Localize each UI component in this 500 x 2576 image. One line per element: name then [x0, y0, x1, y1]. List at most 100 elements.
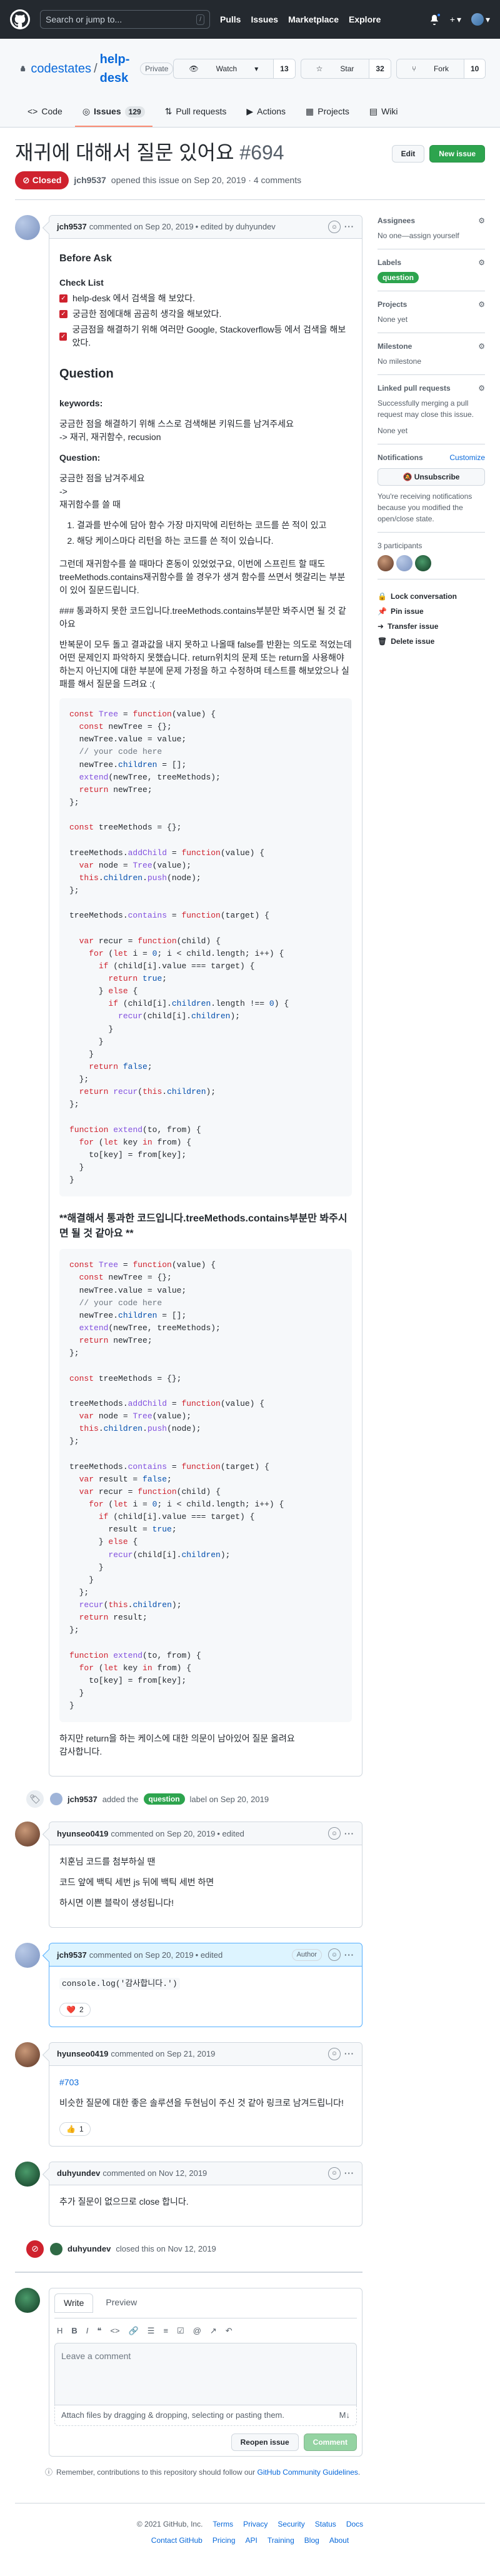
smiley-icon[interactable]: ☺ [328, 2167, 341, 2180]
create-new-menu[interactable]: + ▾ [450, 13, 461, 26]
comment-date[interactable]: commented on Sep 20, 2019 [89, 1949, 194, 1962]
nav-pulls[interactable]: Pulls [220, 13, 241, 26]
tab-pull-requests[interactable]: ⇅ Pull requests [158, 100, 234, 127]
global-search-input[interactable]: Search or jump to... / [40, 10, 210, 29]
edited-marker[interactable]: • edited [196, 1949, 223, 1962]
issue-link[interactable]: #703 [59, 2077, 79, 2087]
kebab-menu-icon[interactable]: ··· [344, 221, 354, 233]
repo-name-link[interactable]: help-desk [100, 50, 134, 88]
watch-button[interactable]: 👁 Watch ▾ 13 [173, 59, 296, 79]
gear-icon[interactable]: ⚙ [478, 299, 485, 310]
link-icon[interactable]: 🔗 [129, 2325, 139, 2337]
comment-date[interactable]: commented on Nov 12, 2019 [102, 2167, 207, 2180]
task-list-icon[interactable]: ☑ [177, 2325, 184, 2337]
ordered-list-icon[interactable]: ≡ [163, 2325, 168, 2337]
comment-textarea[interactable]: Leave a comment [54, 2343, 357, 2406]
avatar[interactable] [15, 215, 40, 240]
linked-prs-heading[interactable]: Linked pull requests [378, 383, 451, 394]
footer-link[interactable]: Blog [304, 2535, 319, 2546]
unordered-list-icon[interactable]: ☰ [148, 2325, 155, 2337]
fork-button[interactable]: ⑂ Fork 10 [396, 59, 486, 79]
smiley-icon[interactable]: ☺ [328, 2047, 341, 2060]
reopen-issue-button[interactable]: Reopen issue [231, 2433, 299, 2451]
gear-icon[interactable]: ⚙ [478, 257, 485, 268]
nav-marketplace[interactable]: Marketplace [288, 13, 339, 26]
footer-link[interactable]: Privacy [243, 2518, 268, 2530]
new-issue-button[interactable]: New issue [429, 145, 485, 163]
event-actor[interactable]: duhyundev [68, 2243, 111, 2255]
attach-files-area[interactable]: Attach files by dragging & dropping, sel… [54, 2405, 357, 2426]
comment-author[interactable]: hyunseo0419 [57, 2048, 108, 2060]
nav-issues[interactable]: Issues [251, 13, 278, 26]
lock-conversation-link[interactable]: 🔒 Lock conversation [378, 591, 485, 602]
reaction-heart[interactable]: ❤️ 2 [59, 2002, 91, 2017]
notifications-bell-icon[interactable] [429, 13, 441, 25]
heading-icon[interactable]: H [57, 2325, 62, 2337]
comment-author[interactable]: duhyundev [57, 2167, 100, 2180]
avatar[interactable] [15, 2042, 40, 2067]
avatar[interactable] [15, 2287, 40, 2313]
delete-issue-link[interactable]: 🗑 Delete issue [378, 636, 485, 647]
avatar[interactable] [50, 2242, 62, 2255]
edited-marker[interactable]: • edited [217, 1828, 244, 1840]
tab-issues[interactable]: ◎ Issues 129 [74, 100, 152, 127]
footer-link[interactable]: API [246, 2535, 258, 2546]
markdown-icon[interactable]: M↓ [339, 2409, 350, 2422]
footer-link[interactable]: Training [268, 2535, 294, 2546]
tab-code[interactable]: <> Code [20, 100, 70, 127]
assignees-value[interactable]: No one—assign yourself [378, 230, 485, 241]
avatar[interactable] [15, 1822, 40, 1847]
edit-title-button[interactable]: Edit [391, 145, 425, 163]
mention-icon[interactable]: @ [193, 2325, 201, 2337]
tab-preview[interactable]: Preview [97, 2293, 146, 2313]
unsubscribe-button[interactable]: 🔕 Unsubscribe [378, 468, 485, 486]
checkbox-checked-icon[interactable]: ✓ [59, 294, 68, 303]
footer-link[interactable]: Status [315, 2518, 336, 2530]
bold-icon[interactable]: B [71, 2325, 77, 2337]
github-logo-icon[interactable] [10, 9, 30, 29]
comment-date[interactable]: commented on Sep 20, 2019 [111, 1828, 215, 1840]
labels-heading[interactable]: Labels [378, 257, 401, 268]
smiley-icon[interactable]: ☺ [328, 1827, 341, 1840]
kebab-menu-icon[interactable]: ··· [344, 2048, 354, 2060]
pin-issue-link[interactable]: 📌 Pin issue [378, 606, 485, 617]
watch-count[interactable]: 13 [273, 59, 295, 78]
checkbox-checked-icon[interactable]: ✓ [59, 332, 68, 341]
edited-by[interactable]: • edited by duhyundev [196, 221, 276, 233]
fork-count[interactable]: 10 [463, 59, 486, 78]
customize-link[interactable]: Customize [449, 452, 485, 463]
kebab-menu-icon[interactable]: ··· [344, 2167, 354, 2180]
tab-projects[interactable]: ▦ Projects [298, 100, 357, 127]
comment-date[interactable]: commented on Sep 21, 2019 [111, 2048, 215, 2060]
star-button[interactable]: ☆ Star 32 [300, 59, 391, 79]
avatar[interactable] [378, 555, 394, 571]
kebab-menu-icon[interactable]: ··· [344, 1949, 354, 1962]
gear-icon[interactable]: ⚙ [478, 383, 485, 394]
smiley-icon[interactable]: ☺ [328, 1948, 341, 1962]
reaction-thumbsup[interactable]: 👍 1 [59, 2122, 91, 2136]
tab-wiki[interactable]: ▤ Wiki [362, 100, 406, 127]
comment-button[interactable]: Comment [303, 2433, 357, 2451]
nav-explore[interactable]: Explore [349, 13, 381, 26]
repo-owner-link[interactable]: codestates [31, 59, 91, 78]
event-actor[interactable]: jch9537 [68, 1793, 98, 1806]
milestone-heading[interactable]: Milestone [378, 341, 412, 352]
comment-author[interactable]: hyunseo0419 [57, 1828, 108, 1840]
guidelines-link[interactable]: GitHub Community Guidelines [258, 2468, 358, 2477]
footer-link[interactable]: Pricing [212, 2535, 236, 2546]
reference-icon[interactable]: ↗ [210, 2325, 217, 2337]
avatar[interactable] [15, 1943, 40, 1968]
footer-link[interactable]: Terms [212, 2518, 233, 2530]
issue-author-link[interactable]: jch9537 [74, 174, 106, 187]
reply-icon[interactable]: ↶ [226, 2325, 232, 2337]
user-menu[interactable]: ▾ [471, 13, 490, 26]
gear-icon[interactable]: ⚙ [478, 341, 485, 352]
tab-actions[interactable]: ▶ Actions [239, 100, 293, 127]
gear-icon[interactable]: ⚙ [478, 215, 485, 226]
tab-write[interactable]: Write [54, 2293, 94, 2313]
footer-link[interactable]: Security [278, 2518, 304, 2530]
comment-author[interactable]: jch9537 [57, 1949, 87, 1962]
avatar[interactable] [396, 555, 412, 571]
footer-link[interactable]: Contact GitHub [151, 2535, 202, 2546]
quote-icon[interactable]: ❝ [97, 2325, 101, 2337]
